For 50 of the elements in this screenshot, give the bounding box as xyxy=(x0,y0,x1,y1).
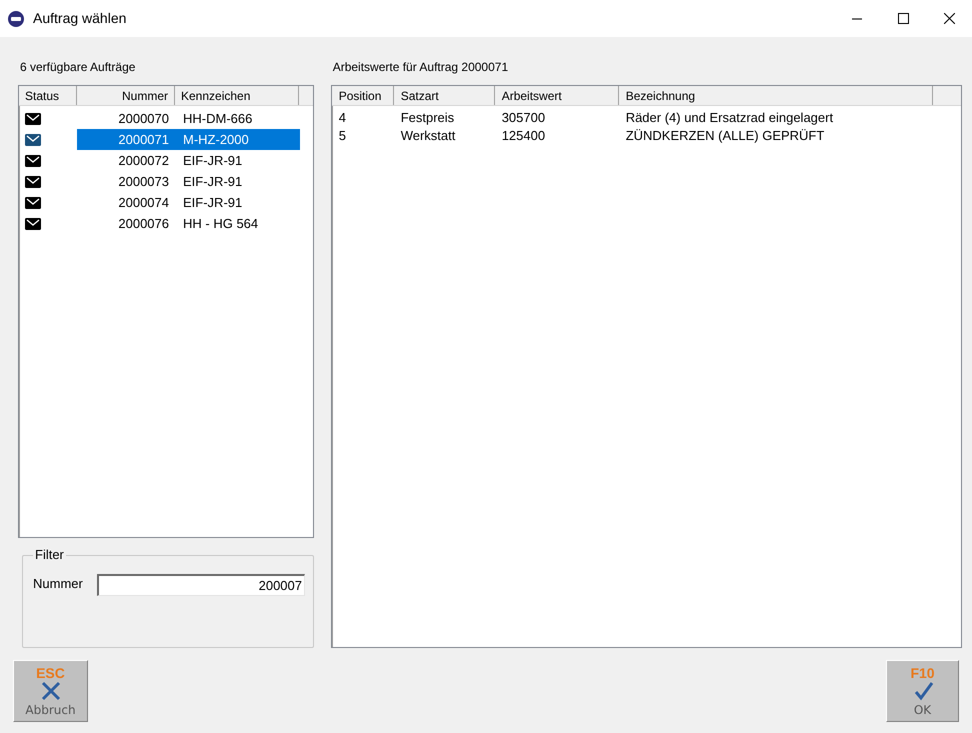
order-number: 2000073 xyxy=(117,172,170,191)
license-plate: M-HZ-2000 xyxy=(182,130,249,149)
field-label: Nummer xyxy=(33,575,84,593)
order-row[interactable]: 2000076 HH - HG 564 xyxy=(77,213,300,234)
table-cell-text: Festpreis xyxy=(400,109,456,128)
license-plate: HH-DM-666 xyxy=(182,110,252,128)
order-row[interactable]: 2000074 EIF-JR-91 xyxy=(77,192,300,213)
column-header[interactable]: Satzart xyxy=(394,86,495,105)
close-icon xyxy=(944,13,954,24)
license-plate: EIF-JR-91 xyxy=(182,194,242,212)
list-heading: Arbeitswerte für Auftrag 2000071 xyxy=(332,59,510,76)
order-number: 2000076 xyxy=(117,214,170,233)
cross-icon xyxy=(40,681,62,701)
app-logo-icon xyxy=(8,10,24,26)
ok-button[interactable]: F10 OK xyxy=(886,660,959,722)
order-number: 2000074 xyxy=(117,194,170,212)
number-field[interactable]: 200007 xyxy=(97,574,305,596)
column-header[interactable]: Arbeitswert xyxy=(494,86,619,105)
column-header[interactable]: Position xyxy=(332,86,394,105)
table-cell-text: Räder (4) und Ersatzrad eingelagert xyxy=(624,109,834,128)
envelope-icon xyxy=(25,176,41,188)
order-row[interactable]: 2000070 HH-DM-666 xyxy=(77,108,300,129)
order-number: 2000071 xyxy=(117,130,170,149)
column-header[interactable]: Nummer xyxy=(77,86,175,105)
order-row[interactable]: 2000071 M-HZ-2000 xyxy=(77,129,300,150)
license-plate: EIF-JR-91 xyxy=(182,152,242,170)
cancel-button[interactable]: ESC Abbruch xyxy=(13,660,88,722)
window-title: Auftrag wählen xyxy=(33,9,126,28)
license-plate: HH - HG 564 xyxy=(182,214,258,233)
table-cell-text: 5 xyxy=(338,127,347,146)
envelope-icon xyxy=(25,134,41,146)
column-header[interactable]: Kennzeichen xyxy=(175,86,299,105)
column-header[interactable]: Status xyxy=(19,86,77,105)
order-row[interactable]: 2000072 EIF-JR-91 xyxy=(77,150,300,171)
order-number: 2000070 xyxy=(117,110,170,128)
envelope-icon xyxy=(25,218,41,230)
order-row[interactable]: 2000073 EIF-JR-91 xyxy=(77,171,300,192)
table-cell-text: 125400 xyxy=(500,127,546,146)
table-cell-text: 4 xyxy=(338,109,347,128)
list-heading: 6 verfügbare Aufträge xyxy=(19,59,136,76)
column-header[interactable]: Bezeichnung xyxy=(618,86,933,105)
envelope-icon xyxy=(25,112,41,124)
table-cell-text: ZÜNDKERZEN (ALLE) GEPRÜFT xyxy=(624,127,826,146)
order-number: 2000072 xyxy=(117,152,170,170)
envelope-icon xyxy=(25,154,41,166)
license-plate: EIF-JR-91 xyxy=(182,172,242,191)
table-cell-text: 305700 xyxy=(500,109,546,128)
envelope-icon xyxy=(25,196,41,208)
table-cell-text: Werkstatt xyxy=(400,127,456,146)
maximize-icon xyxy=(898,13,908,24)
